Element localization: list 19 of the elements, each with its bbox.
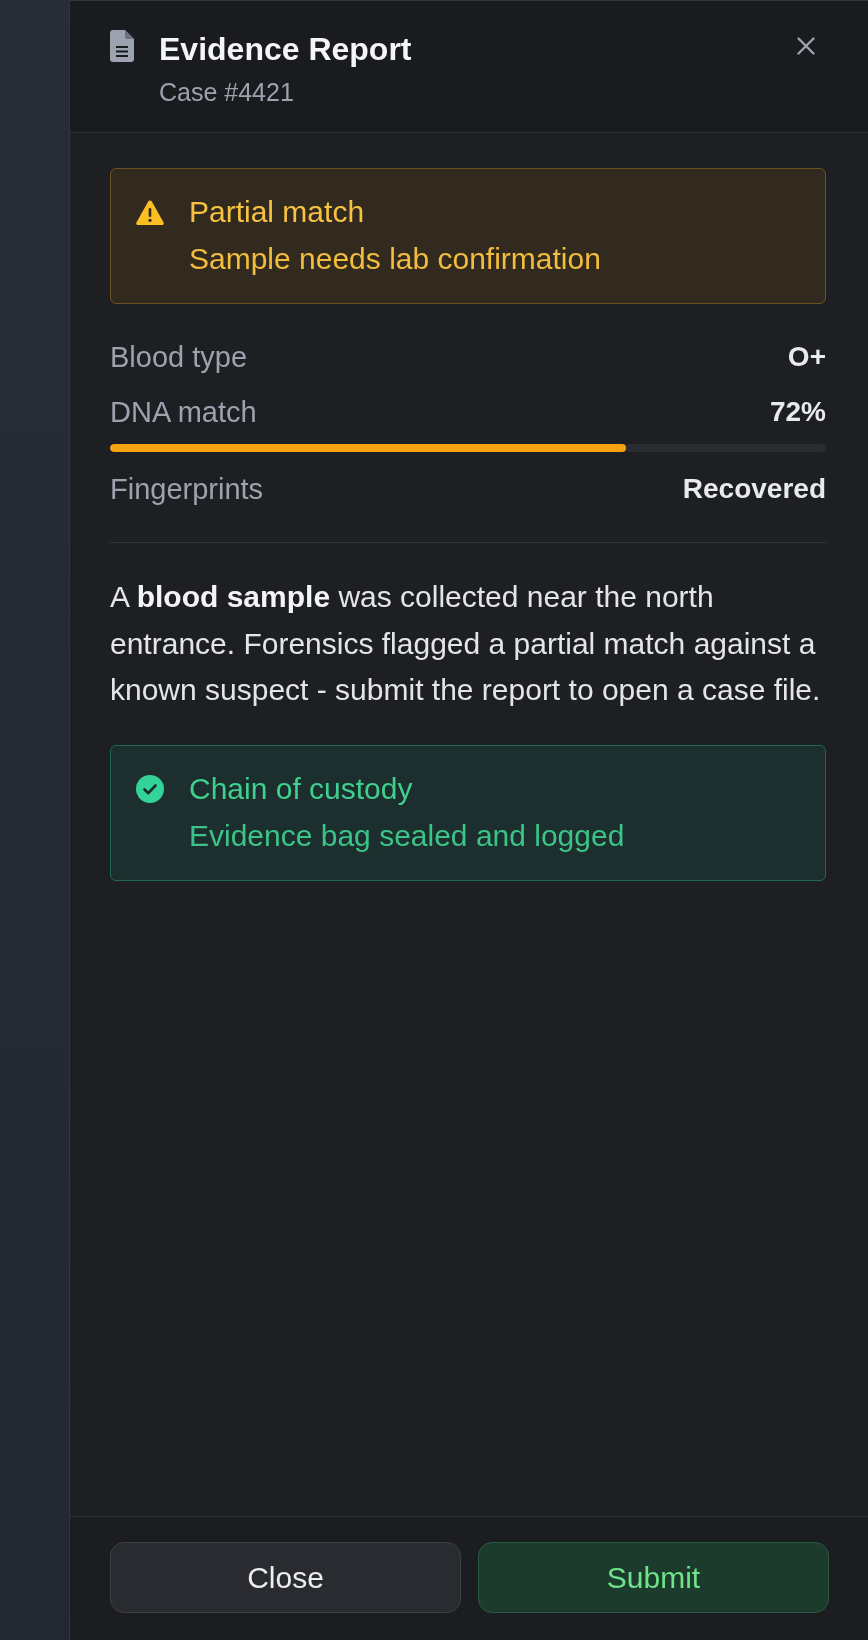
panel-title: Evidence Report	[159, 30, 413, 68]
warning-icon	[136, 199, 164, 225]
panel-subtitle: Case #4421	[159, 77, 295, 107]
fact-value: 72%	[769, 395, 826, 429]
fact-label: DNA match	[110, 395, 257, 430]
alert-message: Sample needs lab confirmation	[189, 241, 601, 277]
fact-label: Blood type	[110, 340, 248, 375]
fact-label: Fingerprints	[110, 472, 264, 507]
alert-title: Chain of custody	[189, 770, 414, 807]
close-icon	[797, 37, 815, 55]
document-icon	[110, 30, 134, 62]
submit-button[interactable]: Submit	[478, 1542, 829, 1613]
alert-title: Partial match	[189, 194, 366, 230]
fact-value: Recovered	[682, 472, 826, 506]
fact-value: O+	[787, 340, 826, 374]
description-text: A blood sample was collected near the north entrance. Forensics flagged a partial match against a known suspect - submit the report to open a case file.	[110, 579, 822, 708]
check-circle-icon	[136, 774, 164, 803]
close-button[interactable]: Close	[110, 1542, 461, 1613]
alert-message: Evidence bag sealed and logged	[189, 817, 625, 854]
